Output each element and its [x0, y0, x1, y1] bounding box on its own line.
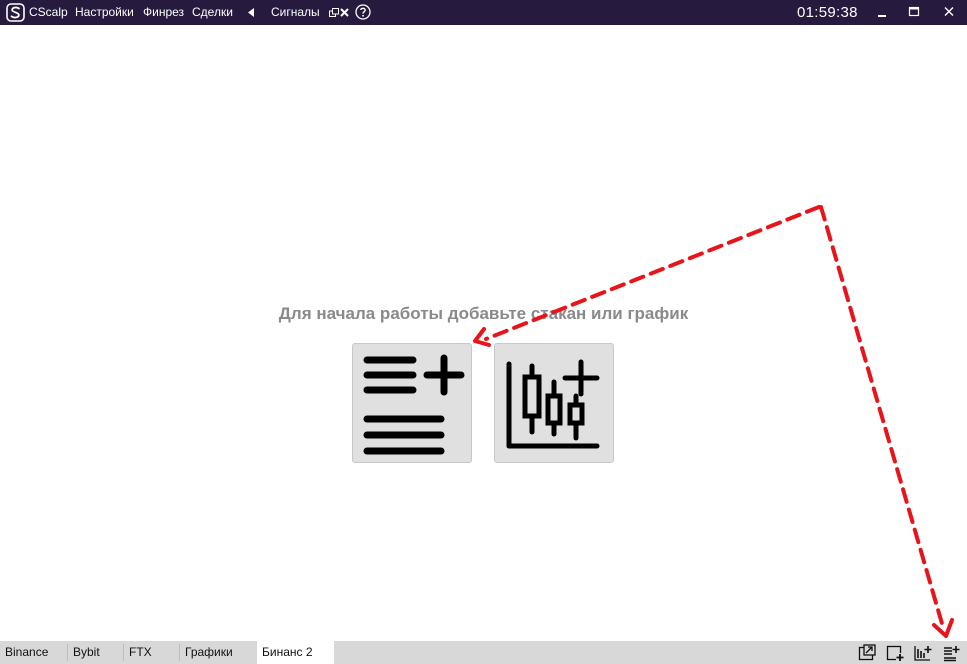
list-plus-icon [363, 354, 465, 455]
add-orderbook-button[interactable] [352, 343, 472, 463]
menu-finrez[interactable]: Финрез [143, 5, 184, 20]
maximize-icon[interactable] [904, 3, 924, 21]
add-chart-icon[interactable] [913, 644, 933, 662]
tab-binance-2[interactable]: Бинанс 2 [257, 641, 334, 664]
tab-bybit[interactable]: Bybit [68, 641, 123, 664]
minimize-icon[interactable] [872, 3, 892, 21]
annotation-arrow-to-bottom [819, 205, 945, 629]
workspace-tab-bar: Binance Bybit FTX Графики Бинанс 2 [0, 641, 967, 664]
menu-settings[interactable]: Настройки [75, 5, 134, 20]
close-signals-icon[interactable] [340, 8, 349, 17]
annotation-arrows [473, 205, 954, 638]
app-name: CScalp [29, 5, 68, 19]
arrowhead-left [473, 327, 491, 347]
add-orderbook-icon[interactable] [941, 644, 961, 662]
help-icon[interactable] [355, 4, 371, 20]
collapse-left-icon[interactable] [247, 8, 255, 17]
menu-signals[interactable]: Сигналы [271, 5, 320, 20]
title-bar: CScalp Настройки Финрез Сделки Сигналы 0… [0, 0, 967, 25]
menu-deals[interactable]: Сделки [192, 5, 233, 20]
add-chart-button[interactable] [494, 343, 614, 463]
tab-ftx[interactable]: FTX [124, 641, 179, 664]
clock: 01:59:38 [797, 4, 858, 21]
tab-charts[interactable]: Графики [180, 641, 257, 664]
close-window-icon[interactable] [939, 3, 959, 21]
add-panel-icon[interactable] [885, 644, 905, 662]
candlestick-plus-icon [506, 359, 600, 449]
start-hint: Для начала работы добавьте стакан или гр… [278, 304, 689, 323]
tab-binance[interactable]: Binance [0, 641, 67, 664]
arrowhead-down [932, 618, 954, 638]
new-window-icon[interactable] [857, 644, 877, 662]
detach-window-icon[interactable] [329, 8, 339, 17]
cscalp-logo-icon[interactable] [6, 3, 25, 22]
